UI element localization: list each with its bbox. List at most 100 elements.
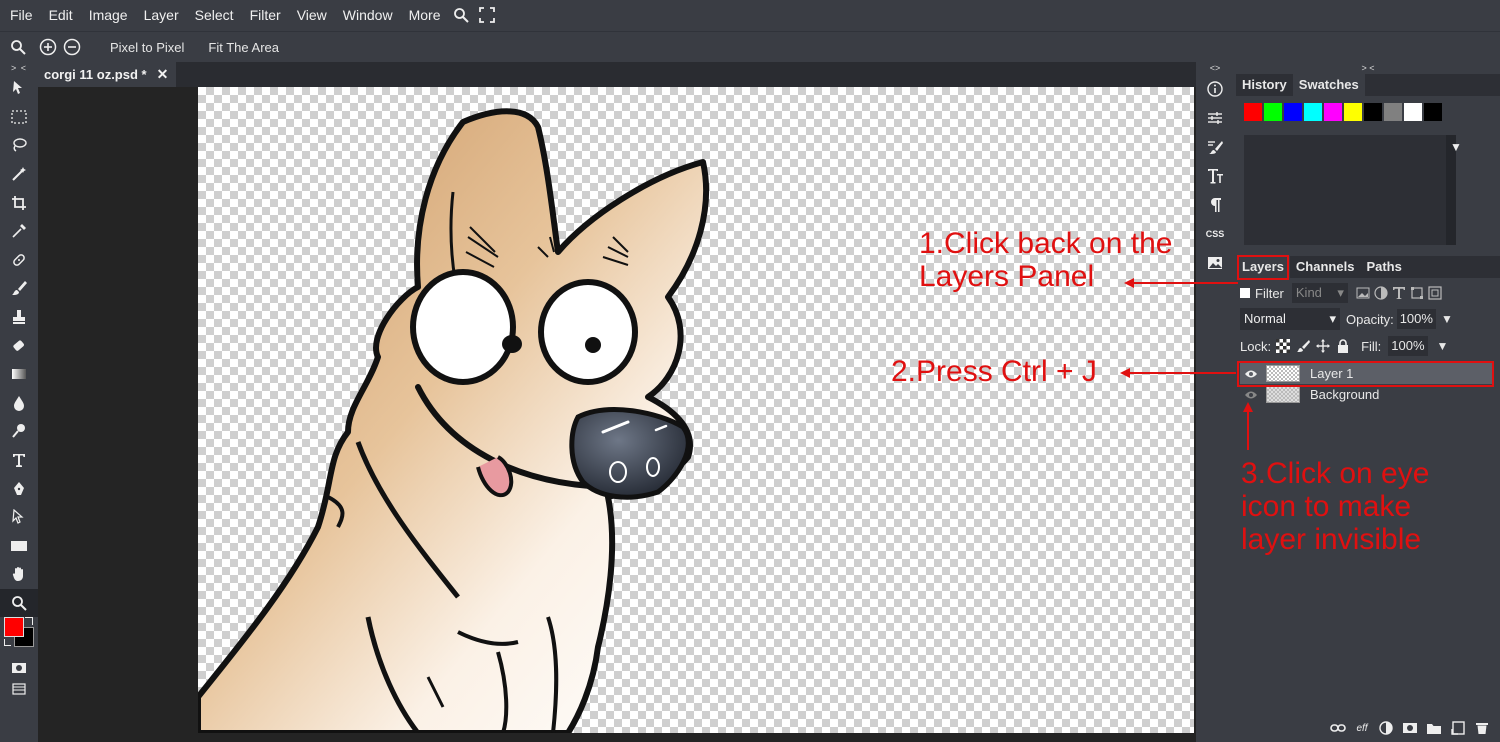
menu-select[interactable]: Select — [187, 0, 242, 30]
healing-brush-icon[interactable] — [0, 246, 38, 275]
tab-channels[interactable]: Channels — [1290, 256, 1361, 278]
type-filter-icon[interactable] — [1392, 286, 1406, 300]
eye-icon[interactable] — [1240, 390, 1262, 400]
paragraph-icon[interactable] — [1196, 190, 1234, 219]
image-icon[interactable] — [1196, 248, 1234, 277]
quick-mask-icon[interactable] — [0, 657, 38, 679]
right-panels: > < History Swatches ▼ Layers Channels P… — [1236, 62, 1500, 742]
character-icon[interactable] — [1196, 161, 1234, 190]
color-swatch[interactable] — [1264, 103, 1282, 121]
fit-area-button[interactable]: Fit The Area — [196, 40, 291, 55]
mini-collapse[interactable]: <> — [1196, 62, 1234, 74]
lasso-tool-icon[interactable] — [0, 131, 38, 160]
layer-mask-icon[interactable] — [1402, 720, 1418, 736]
toolbar-collapse[interactable]: > < — [0, 62, 38, 74]
brush-tool-icon[interactable] — [0, 274, 38, 303]
smart-filter-icon[interactable] — [1428, 286, 1442, 300]
close-icon[interactable]: ✕ — [157, 66, 169, 83]
menu-image[interactable]: Image — [81, 0, 136, 30]
fullscreen-icon[interactable] — [474, 0, 500, 30]
fill-input[interactable]: 100% — [1388, 336, 1428, 356]
annotation-step-2: 2.Press Ctrl + J — [891, 355, 1097, 388]
menu-file[interactable]: File — [0, 0, 41, 30]
css-icon[interactable]: CSS — [1196, 219, 1234, 248]
blend-mode-select[interactable]: Normal — [1240, 308, 1340, 330]
stamp-tool-icon[interactable] — [0, 303, 38, 332]
menu-more[interactable]: More — [401, 0, 449, 30]
tab-paths[interactable]: Paths — [1360, 256, 1407, 278]
color-picker — [0, 617, 38, 657]
lock-position-icon[interactable] — [1315, 338, 1331, 354]
dodge-tool-icon[interactable] — [0, 417, 38, 446]
adjustments-icon[interactable] — [1196, 103, 1234, 132]
color-swatch[interactable] — [1384, 103, 1402, 121]
layer-1-highlight — [1237, 361, 1494, 387]
opacity-input[interactable]: 100% — [1396, 309, 1436, 329]
delete-layer-icon[interactable] — [1474, 720, 1490, 736]
color-swatch[interactable] — [1304, 103, 1322, 121]
move-tool-icon[interactable] — [0, 74, 38, 103]
lock-all-icon[interactable] — [1335, 338, 1351, 354]
marquee-tool-icon[interactable] — [0, 103, 38, 132]
right-collapse[interactable]: > < — [1236, 62, 1500, 74]
tab-history[interactable]: History — [1236, 74, 1293, 96]
menu-layer[interactable]: Layer — [136, 0, 187, 30]
rectangle-tool-icon[interactable] — [0, 532, 38, 561]
menu-view[interactable]: View — [289, 0, 335, 30]
pen-tool-icon[interactable] — [0, 474, 38, 503]
opacity-dropdown-icon[interactable]: ▼ — [1441, 312, 1453, 326]
panel-menu-icon[interactable]: ▼ — [1450, 140, 1462, 154]
pixel-filter-icon[interactable] — [1356, 286, 1370, 300]
fill-label: Fill: — [1361, 338, 1382, 354]
color-swatch[interactable] — [1404, 103, 1422, 121]
tab-swatches[interactable]: Swatches — [1292, 74, 1365, 96]
lock-row: Lock: Fill: 100% ▼ — [1240, 335, 1448, 357]
layer-effects-icon[interactable]: eff — [1354, 720, 1370, 736]
fill-dropdown-icon[interactable]: ▼ — [1437, 339, 1449, 353]
document-tab[interactable]: corgi 11 oz.psd * ✕ — [38, 62, 176, 87]
foreground-color-swatch[interactable] — [4, 617, 24, 638]
type-tool-icon[interactable] — [0, 446, 38, 475]
layer-row-background[interactable]: Background — [1240, 384, 1492, 405]
search-icon[interactable] — [448, 0, 474, 30]
color-swatch[interactable] — [1324, 103, 1342, 121]
link-layers-icon[interactable] — [1330, 720, 1346, 736]
menu-window[interactable]: Window — [335, 0, 401, 30]
eyedropper-icon[interactable] — [0, 217, 38, 246]
zoom-tool-icon[interactable] — [0, 588, 38, 618]
new-group-icon[interactable] — [1426, 720, 1442, 736]
lock-transparency-icon[interactable] — [1275, 338, 1291, 354]
blur-tool-icon[interactable] — [0, 389, 38, 418]
zoom-out-icon[interactable] — [60, 35, 84, 59]
swap-colors-icon[interactable] — [25, 617, 33, 626]
new-layer-icon[interactable] — [1450, 720, 1466, 736]
menu-edit[interactable]: Edit — [41, 0, 81, 30]
color-swatch[interactable] — [1244, 103, 1262, 121]
screen-mode-icon[interactable] — [0, 679, 38, 699]
pixel-to-pixel-button[interactable]: Pixel to Pixel — [98, 40, 196, 55]
menu-filter[interactable]: Filter — [242, 0, 289, 30]
filter-checkbox[interactable] — [1240, 288, 1250, 298]
adjustment-layer-icon[interactable] — [1378, 720, 1394, 736]
gradient-tool-icon[interactable] — [0, 360, 38, 389]
shape-filter-icon[interactable] — [1410, 286, 1424, 300]
color-swatch[interactable] — [1344, 103, 1362, 121]
default-colors-icon[interactable] — [4, 639, 11, 647]
filter-type-icons — [1356, 286, 1442, 300]
zoom-in-icon[interactable] — [36, 35, 60, 59]
eraser-tool-icon[interactable] — [0, 331, 38, 360]
brush-settings-icon[interactable] — [1196, 132, 1234, 161]
adjustment-filter-icon[interactable] — [1374, 286, 1388, 300]
layers-scrollbar[interactable] — [1492, 358, 1500, 708]
path-select-icon[interactable] — [0, 503, 38, 532]
color-swatch[interactable] — [1284, 103, 1302, 121]
magic-wand-icon[interactable] — [0, 160, 38, 189]
color-swatch[interactable] — [1424, 103, 1442, 121]
document-canvas[interactable] — [198, 87, 1194, 733]
kind-select[interactable]: Kind — [1291, 283, 1348, 303]
info-icon[interactable] — [1196, 74, 1234, 103]
color-swatch[interactable] — [1364, 103, 1382, 121]
lock-pixels-icon[interactable] — [1295, 338, 1311, 354]
crop-tool-icon[interactable] — [0, 188, 38, 217]
hand-tool-icon[interactable] — [0, 560, 38, 589]
